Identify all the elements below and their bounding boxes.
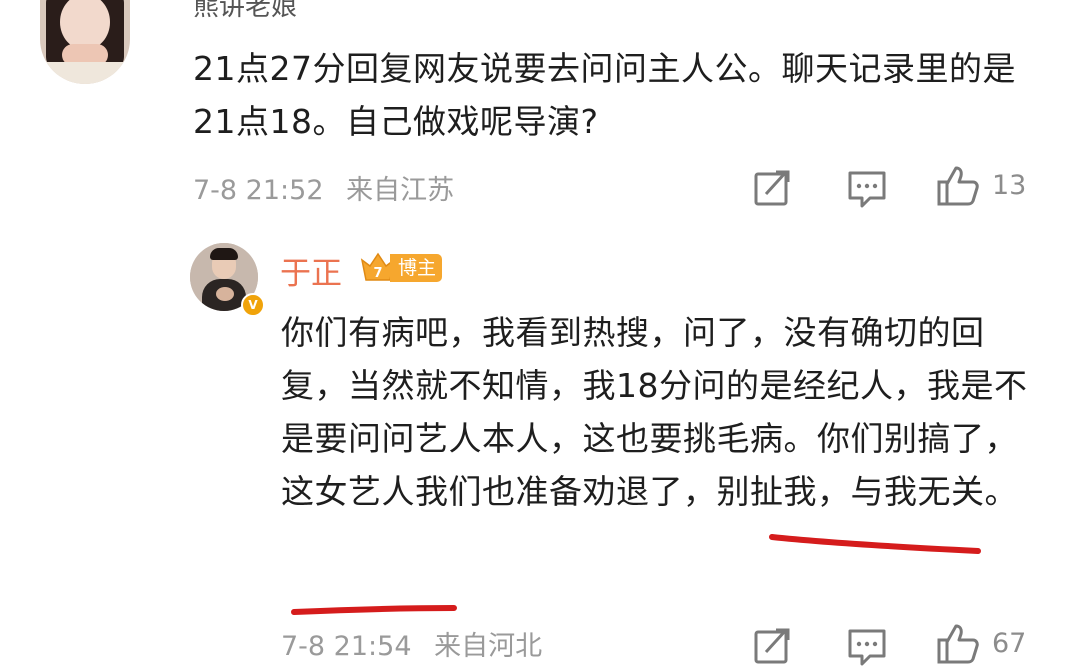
comment-top: 熊讲老娘 21点27分回复网友说要去问问主人公。聊天记录里的是21点18。自己做…: [0, 0, 1070, 232]
comment-icon[interactable]: [846, 626, 888, 668]
reply-username[interactable]: 于正: [280, 248, 342, 293]
like-icon[interactable]: [936, 164, 980, 208]
comment-icon[interactable]: [846, 168, 888, 210]
comment-time: 7-8 21:52: [193, 175, 324, 206]
verified-badge-icon: V: [241, 293, 265, 317]
avatar-plate: [216, 287, 234, 301]
reply-text: 你们有病吧，我看到热搜，问了，没有确切的回复，当然就不知情，我18分问的是经纪人…: [281, 313, 1028, 511]
share-icon[interactable]: [752, 168, 794, 208]
like-icon[interactable]: [936, 622, 980, 666]
comment-meta: 7-8 21:52 来自江苏: [193, 168, 454, 207]
reply-location: 来自河北: [434, 631, 543, 662]
red-underline-mark: [291, 605, 457, 615]
avatar-hair: [210, 248, 238, 260]
share-icon[interactable]: [752, 626, 794, 666]
red-underline-mark: [769, 534, 981, 554]
comment-location: 来自江苏: [346, 175, 455, 206]
avatar-shirt: [40, 62, 130, 84]
reply-time: 7-8 21:54: [281, 631, 412, 662]
like-count: 67: [992, 628, 1027, 659]
commenter-avatar[interactable]: [40, 0, 130, 84]
blogger-badge-label: 博主: [390, 254, 443, 282]
comment-text: 21点27分回复网友说要去问问主人公。聊天记录里的是21点18。自己做戏呢导演?: [193, 49, 1016, 141]
like-count: 13: [992, 170, 1027, 201]
reply-meta: 7-8 21:54 来自河北: [281, 624, 542, 663]
commenter-username[interactable]: 熊讲老娘: [193, 0, 297, 23]
svg-text:7: 7: [373, 266, 382, 281]
